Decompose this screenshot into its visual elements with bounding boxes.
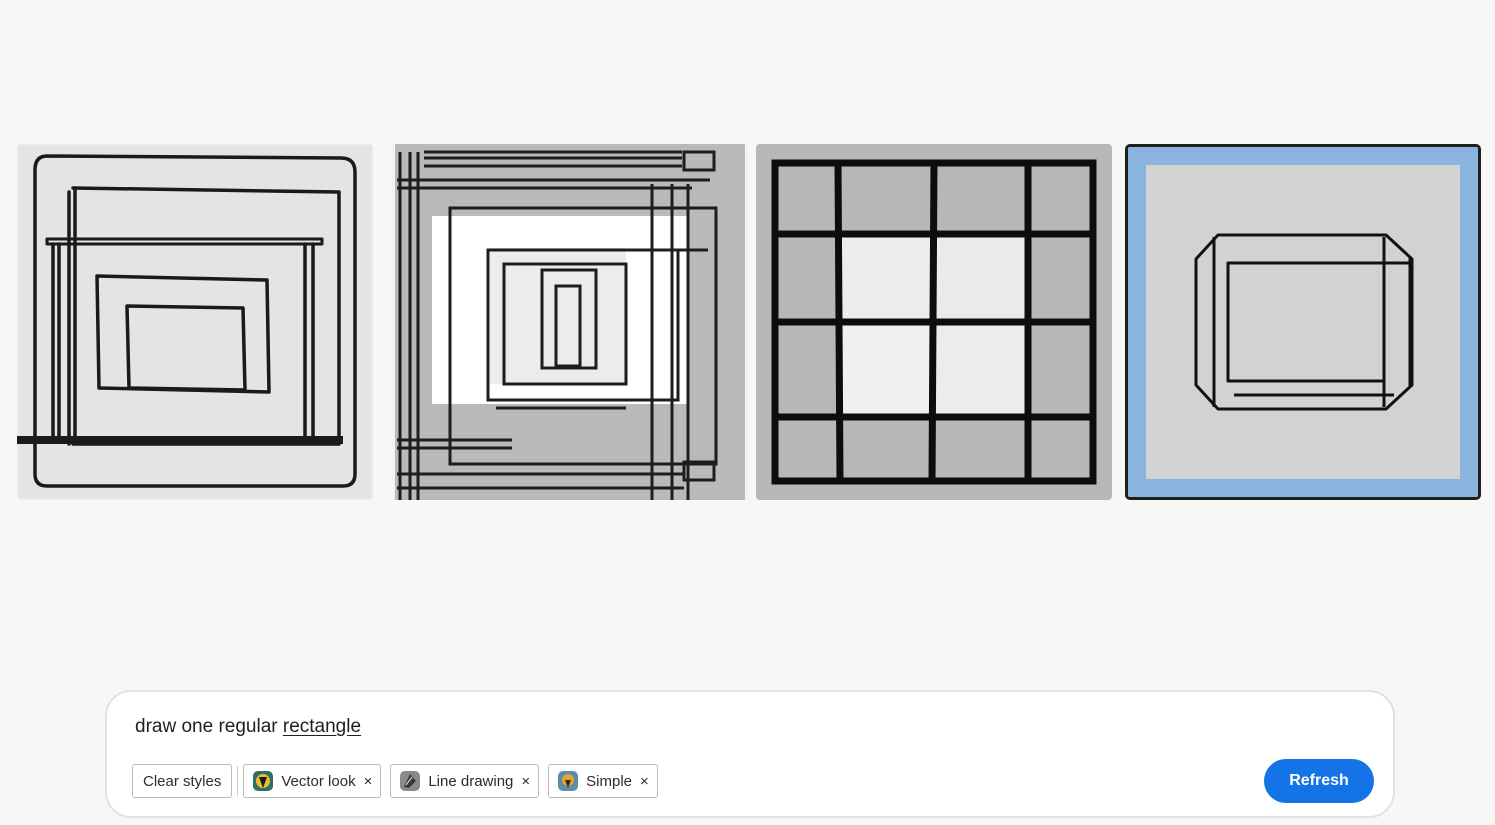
clear-styles-button[interactable]: Clear styles <box>132 764 233 798</box>
result-image-4[interactable] <box>1125 144 1481 500</box>
chip-divider <box>237 766 239 796</box>
refresh-button[interactable]: Refresh <box>1264 759 1374 803</box>
style-chip-label: Line drawing <box>428 772 514 790</box>
remove-vector-look-icon[interactable]: × <box>364 774 373 789</box>
result-image-2[interactable] <box>392 144 748 500</box>
remove-simple-icon[interactable]: × <box>640 774 649 789</box>
prompt-input[interactable]: draw one regular rectangle <box>135 716 361 738</box>
result-image-1-graphic <box>17 144 373 500</box>
prompt-text-misspelled-word[interactable]: rectangle <box>283 716 361 737</box>
result-image-4-graphic <box>1128 147 1478 497</box>
result-image-1[interactable] <box>17 144 373 500</box>
prompt-panel: draw one regular rectangle Clear styles … <box>105 690 1395 818</box>
style-chip-label: Simple <box>586 772 633 790</box>
style-chips: Clear styles Vector look × Line drawing … <box>132 764 667 798</box>
simple-thumbnail-icon <box>558 771 579 791</box>
clear-styles-label: Clear styles <box>143 772 222 790</box>
result-image-2-graphic <box>392 144 748 500</box>
remove-line-drawing-icon[interactable]: × <box>521 774 530 789</box>
style-chip-line-drawing[interactable]: Line drawing × <box>390 764 540 798</box>
vector-look-thumbnail-icon <box>253 771 274 791</box>
style-chip-vector-look[interactable]: Vector look × <box>243 764 382 798</box>
line-drawing-thumbnail-icon <box>400 771 421 791</box>
style-chip-simple[interactable]: Simple × <box>548 764 658 798</box>
style-chip-label: Vector look <box>281 772 356 790</box>
result-image-3[interactable] <box>756 144 1112 500</box>
prompt-text-plain: draw one regular <box>135 716 283 737</box>
result-image-3-graphic <box>756 144 1112 500</box>
